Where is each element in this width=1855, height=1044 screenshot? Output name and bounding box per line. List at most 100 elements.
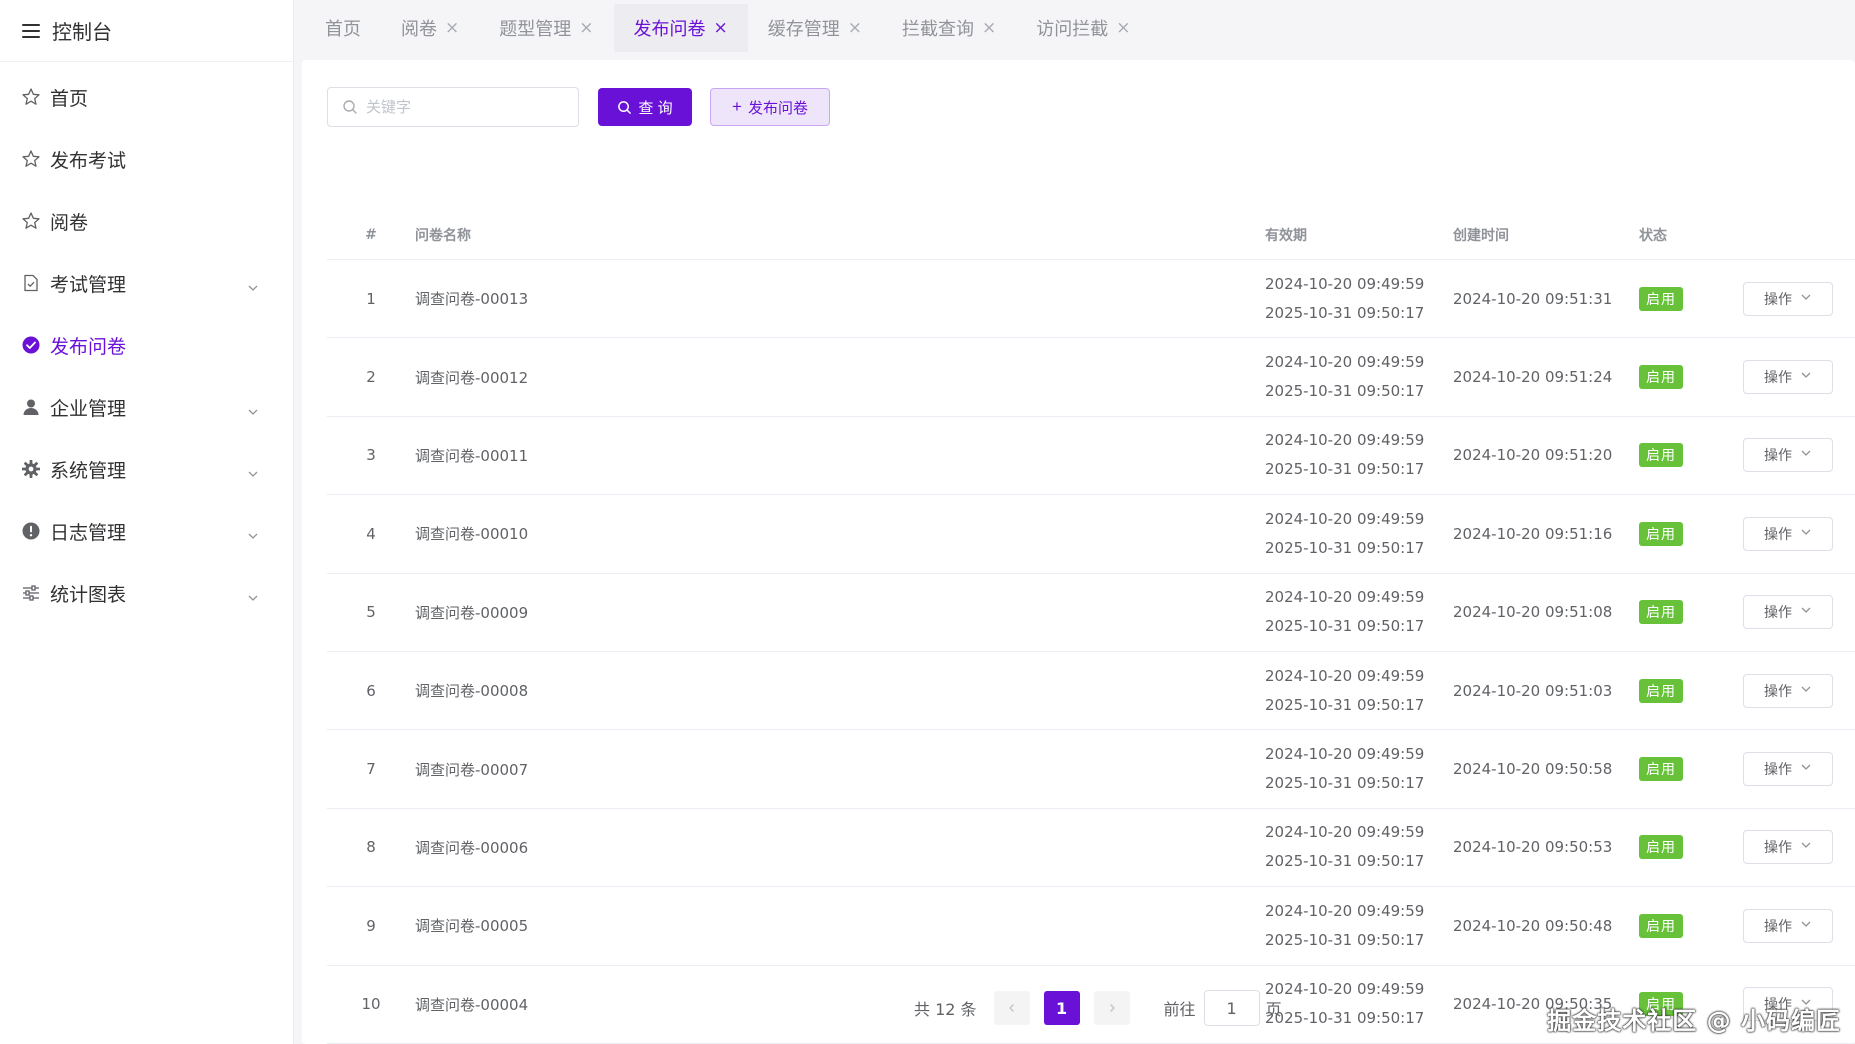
status-badge: 启用 — [1639, 913, 1683, 938]
hamburger-menu-icon[interactable] — [22, 23, 40, 38]
sidebar-item-label: 系统管理 — [50, 459, 127, 482]
action-cell: 操作 — [1743, 516, 1855, 551]
search-box[interactable] — [327, 87, 579, 127]
status-badge: 启用 — [1639, 678, 1683, 703]
sidebar-item-label: 发布问卷 — [50, 335, 127, 358]
star-icon — [20, 86, 42, 108]
created-time: 2024-10-20 09:51:16 — [1453, 524, 1613, 543]
sidebar-item[interactable]: 发布问卷 — [0, 314, 293, 376]
tab[interactable]: 题型管理 × — [479, 4, 613, 52]
tab[interactable]: 阅卷 × — [381, 4, 479, 52]
survey-name: 调查问卷-00009 — [415, 603, 529, 622]
chevron-down-icon — [1792, 291, 1812, 307]
action-label: 操作 — [1764, 291, 1792, 308]
sidebar-item[interactable]: 系统管理 — [0, 438, 293, 500]
sidebar-item[interactable]: 统计图表 — [0, 562, 293, 624]
tab[interactable]: 拦截查询 × — [882, 4, 1016, 52]
sidebar-item[interactable]: 日志管理 — [0, 500, 293, 562]
close-icon[interactable]: × — [579, 18, 593, 38]
sidebar-item[interactable]: 考试管理 — [0, 252, 293, 314]
tab-label: 缓存管理 — [767, 19, 840, 40]
valid-period: 2024-10-20 09:49:59 2025-10-31 09:50:17 — [1265, 505, 1453, 563]
publish-survey-button[interactable]: + 发布问卷 — [710, 88, 830, 126]
created-time: 2024-10-20 09:50:53 — [1453, 838, 1613, 857]
action-dropdown-button[interactable]: 操作 — [1743, 360, 1833, 395]
tab[interactable]: 访问拦截 × — [1016, 4, 1150, 52]
action-dropdown-button[interactable]: 操作 — [1743, 830, 1833, 865]
sidebar-item-label: 企业管理 — [50, 397, 127, 420]
warning-circle-icon — [20, 520, 42, 542]
search-input[interactable] — [366, 98, 566, 116]
chevron-right-icon — [1109, 1004, 1115, 1012]
valid-period: 2024-10-20 09:49:59 2025-10-31 09:50:17 — [1265, 740, 1453, 798]
row-index: 1 — [366, 289, 376, 308]
action-dropdown-button[interactable]: 操作 — [1743, 752, 1833, 787]
close-icon[interactable]: × — [982, 18, 996, 38]
tab[interactable]: 首页 — [305, 4, 381, 52]
chevron-down-icon — [247, 463, 259, 477]
valid-start: 2024-10-20 09:49:59 — [1265, 353, 1425, 372]
close-icon[interactable]: × — [1116, 18, 1130, 38]
page-number-current[interactable]: 1 — [1043, 991, 1080, 1025]
valid-end: 2025-10-31 09:50:17 — [1265, 538, 1425, 557]
status-badge: 启用 — [1639, 600, 1683, 625]
close-icon[interactable]: × — [848, 18, 862, 38]
action-dropdown-button[interactable]: 操作 — [1743, 908, 1833, 943]
action-label: 操作 — [1764, 683, 1792, 700]
close-icon[interactable]: × — [445, 18, 459, 38]
tab-label: 拦截查询 — [902, 19, 974, 40]
action-cell: 操作 — [1743, 438, 1855, 473]
sidebar-item-label: 日志管理 — [50, 521, 127, 544]
row-index: 8 — [366, 838, 376, 857]
sliders-icon — [20, 582, 42, 604]
next-page-button[interactable] — [1093, 991, 1130, 1025]
chevron-down-icon — [1792, 839, 1812, 855]
prev-page-button[interactable] — [993, 991, 1030, 1025]
status-cell: 启用 — [1639, 600, 1743, 625]
table-row: 8 调查问卷-00006 2024-10-20 09:49:59 2025-10-31… — [327, 809, 1855, 888]
sidebar-item-label: 考试管理 — [50, 273, 127, 296]
valid-start: 2024-10-20 09:49:59 — [1265, 509, 1425, 528]
action-dropdown-button[interactable]: 操作 — [1743, 438, 1833, 473]
tab[interactable]: 缓存管理 × — [748, 4, 882, 52]
close-icon[interactable]: × — [714, 18, 728, 38]
table-row: 2 调查问卷-00012 2024-10-20 09:49:59 2025-10-31… — [327, 338, 1855, 417]
tab-label: 发布问卷 — [633, 19, 706, 40]
status-cell: 启用 — [1639, 443, 1743, 468]
sidebar-item[interactable]: 企业管理 — [0, 376, 293, 438]
valid-start: 2024-10-20 09:49:59 — [1265, 431, 1425, 450]
survey-name: 调查问卷-00013 — [415, 290, 529, 309]
survey-name: 调查问卷-00006 — [415, 838, 529, 857]
status-cell: 启用 — [1639, 757, 1743, 782]
created-time: 2024-10-20 09:50:48 — [1453, 916, 1613, 935]
valid-period: 2024-10-20 09:49:59 2025-10-31 09:50:17 — [1265, 426, 1453, 484]
valid-start: 2024-10-20 09:49:59 — [1265, 588, 1425, 607]
chevron-down-icon — [1792, 369, 1812, 385]
row-index: 3 — [366, 446, 376, 465]
sidebar-item[interactable]: 发布考试 — [0, 128, 293, 190]
header-status: 状态 — [1639, 227, 1667, 244]
query-button[interactable]: 查 询 — [598, 88, 692, 126]
action-cell: 操作 — [1743, 830, 1855, 865]
action-dropdown-button[interactable]: 操作 — [1743, 516, 1833, 551]
chevron-down-icon — [1792, 447, 1812, 463]
search-icon — [343, 100, 357, 114]
sidebar-item[interactable]: 首页 — [0, 66, 293, 128]
chevron-left-icon — [1008, 1004, 1014, 1012]
valid-start: 2024-10-20 09:49:59 — [1265, 274, 1425, 293]
action-label: 操作 — [1764, 605, 1792, 622]
survey-name: 调查问卷-00011 — [415, 446, 529, 465]
created-time: 2024-10-20 09:51:08 — [1453, 603, 1613, 622]
sidebar-item[interactable]: 阅卷 — [0, 190, 293, 252]
action-dropdown-button[interactable]: 操作 — [1743, 595, 1833, 630]
tab[interactable]: 发布问卷 × — [613, 4, 748, 52]
tab-label: 访问拦截 — [1036, 19, 1109, 40]
goto-label: 前往 — [1163, 1000, 1196, 1019]
status-cell: 启用 — [1639, 365, 1743, 390]
table-row: 4 调查问卷-00010 2024-10-20 09:49:59 2025-10-31… — [327, 495, 1855, 574]
action-dropdown-button[interactable]: 操作 — [1743, 281, 1833, 316]
table-row: 7 调查问卷-00007 2024-10-20 09:49:59 2025-10-31… — [327, 730, 1855, 809]
goto-page-input[interactable] — [1203, 990, 1260, 1026]
main-panel: 查 询 + 发布问卷 # 问卷名称 有效期 创建时间 状态 1 调查问卷-0001… — [302, 60, 1855, 1044]
action-dropdown-button[interactable]: 操作 — [1743, 673, 1833, 708]
